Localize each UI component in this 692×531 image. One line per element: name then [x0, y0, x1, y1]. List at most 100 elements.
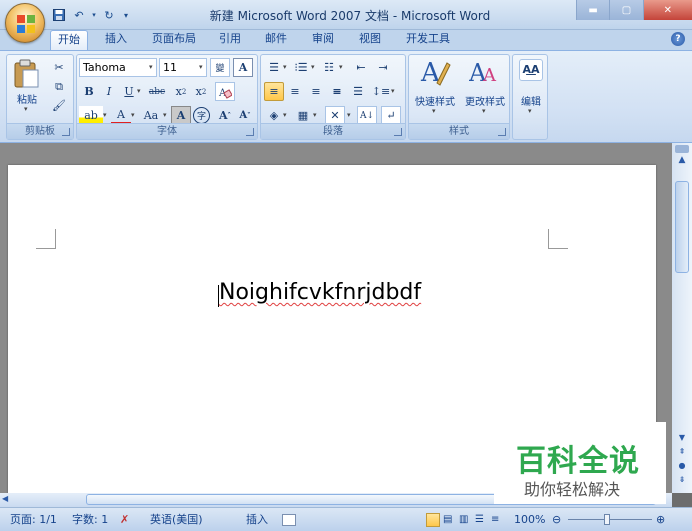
- quick-styles-icon: A: [420, 58, 451, 88]
- styles-launcher-icon[interactable]: [498, 128, 506, 136]
- select-browse-object-icon[interactable]: ●: [675, 461, 689, 470]
- underline-icon[interactable]: U: [119, 82, 139, 101]
- help-icon[interactable]: ?: [671, 32, 685, 46]
- multilevel-dropdown-icon[interactable]: ▾: [339, 63, 343, 71]
- vertical-scrollbar[interactable]: ▲ ▼ ⇞ ● ⇟: [672, 143, 692, 493]
- tab-page-layout[interactable]: 页面布局: [145, 30, 203, 50]
- full-screen-view-icon[interactable]: ▤: [443, 512, 452, 528]
- increase-indent-icon[interactable]: ⇥: [373, 58, 393, 77]
- office-button[interactable]: [5, 3, 45, 43]
- font-color-dropdown-icon[interactable]: ▾: [131, 111, 135, 119]
- vertical-scroll-thumb[interactable]: [675, 181, 689, 273]
- web-layout-view-icon[interactable]: ▥: [459, 512, 468, 528]
- enclose-characters-icon[interactable]: 字: [193, 107, 210, 124]
- customize-qat-icon[interactable]: ▾: [120, 7, 132, 23]
- bullets-icon[interactable]: ☰: [264, 58, 284, 77]
- scroll-left-icon[interactable]: ◀: [2, 494, 8, 503]
- undo-dropdown-icon[interactable]: ▾: [90, 7, 98, 23]
- tab-insert[interactable]: 插入: [98, 30, 134, 50]
- word-count[interactable]: 字数: 1: [72, 512, 108, 528]
- editing-label: 编辑: [521, 97, 541, 108]
- shading-dropdown-icon[interactable]: ▾: [283, 111, 287, 119]
- clear-formatting-icon[interactable]: A: [215, 82, 235, 101]
- quick-access-toolbar: ↶ ▾ ↻ ▾: [50, 6, 132, 24]
- font-group-label: 字体: [77, 123, 257, 139]
- zoom-level[interactable]: 100%: [514, 512, 545, 528]
- italic-icon[interactable]: I: [99, 82, 119, 101]
- paragraph-launcher-icon[interactable]: [394, 128, 402, 136]
- line-spacing-icon[interactable]: ↕≡: [371, 82, 391, 101]
- clipboard-group: 粘贴 ▾ ✂ ⧉ 🖌 剪贴板: [6, 54, 74, 140]
- justify-icon[interactable]: ≡: [327, 82, 347, 101]
- highlight-dropdown-icon[interactable]: ▾: [103, 111, 107, 119]
- paste-dropdown-icon: ▾: [24, 105, 28, 113]
- tab-references[interactable]: 引用: [212, 30, 248, 50]
- redo-icon[interactable]: ↻: [100, 7, 118, 23]
- macro-record-icon[interactable]: [282, 514, 296, 526]
- tab-view[interactable]: 视图: [352, 30, 388, 50]
- document-text[interactable]: Noighifcvkfnrjdbdf: [219, 280, 421, 305]
- outline-view-icon[interactable]: ☰: [475, 512, 484, 528]
- numbering-dropdown-icon[interactable]: ▾: [311, 63, 315, 71]
- proofing-icon[interactable]: ✗: [120, 512, 129, 528]
- ruler-toggle-icon[interactable]: [675, 145, 689, 153]
- align-right-icon[interactable]: ≡: [306, 82, 326, 101]
- bold-icon[interactable]: B: [79, 82, 99, 101]
- scroll-down-icon[interactable]: ▼: [675, 433, 689, 442]
- align-left-icon[interactable]: ≡: [264, 82, 284, 101]
- font-size-dropdown-icon[interactable]: ▾: [199, 63, 203, 71]
- line-spacing-dropdown-icon[interactable]: ▾: [391, 87, 395, 95]
- font-launcher-icon[interactable]: [246, 128, 254, 136]
- find-icon: A͟A: [519, 59, 543, 81]
- copy-icon[interactable]: ⧉: [49, 77, 69, 96]
- language-status[interactable]: 英语(美国): [150, 512, 203, 528]
- tab-mailings[interactable]: 邮件: [258, 30, 294, 50]
- font-name-dropdown-icon[interactable]: ▾: [149, 63, 153, 71]
- minimize-button[interactable]: ▬: [576, 0, 610, 20]
- tab-home[interactable]: 开始: [50, 30, 88, 50]
- maximize-button[interactable]: ▢: [609, 0, 643, 20]
- zoom-in-icon[interactable]: ⊕: [656, 512, 665, 528]
- format-painter-icon[interactable]: 🖌: [49, 96, 69, 115]
- superscript-icon[interactable]: x2: [191, 82, 211, 101]
- paste-button[interactable]: 粘贴 ▾: [12, 59, 42, 113]
- quick-styles-button[interactable]: A 快速样式 ▾: [411, 57, 459, 117]
- cut-icon[interactable]: ✂: [49, 58, 69, 77]
- subscript-icon[interactable]: x2: [171, 82, 191, 101]
- font-name-select[interactable]: Tahoma: [79, 58, 157, 77]
- view-ruler-icon[interactable]: ▲: [675, 155, 689, 167]
- change-case-dropdown-icon[interactable]: ▾: [163, 111, 167, 119]
- strikethrough-icon[interactable]: abc: [145, 82, 169, 101]
- underline-dropdown-icon[interactable]: ▾: [137, 87, 141, 95]
- ribbon: 粘贴 ▾ ✂ ⧉ 🖌 剪贴板 Tahoma ▾ 11 ▾ 變 A B I U ▾…: [0, 50, 692, 143]
- zoom-out-icon[interactable]: ⊖: [552, 512, 561, 528]
- align-center-icon[interactable]: ≡: [285, 82, 305, 101]
- page-count[interactable]: 页面: 1/1: [10, 512, 57, 528]
- chinese-layout-dropdown-icon[interactable]: ▾: [347, 111, 351, 119]
- borders-dropdown-icon[interactable]: ▾: [313, 111, 317, 119]
- zoom-slider-thumb[interactable]: [604, 514, 610, 525]
- undo-icon[interactable]: ↶: [70, 7, 88, 23]
- save-icon[interactable]: [50, 7, 68, 23]
- numbering-icon[interactable]: ⁝☰: [291, 58, 311, 77]
- close-button[interactable]: ✕: [642, 0, 692, 20]
- previous-page-icon[interactable]: ⇞: [675, 447, 689, 456]
- decrease-indent-icon[interactable]: ⇤: [351, 58, 371, 77]
- tab-developer[interactable]: 开发工具: [398, 30, 458, 50]
- phonetic-guide-icon[interactable]: 變: [210, 58, 230, 77]
- clipboard-launcher-icon[interactable]: [62, 128, 70, 136]
- change-styles-button[interactable]: AA 更改样式 ▾: [461, 57, 509, 117]
- next-page-icon[interactable]: ⇟: [675, 475, 689, 484]
- bullets-dropdown-icon[interactable]: ▾: [283, 63, 287, 71]
- draft-view-icon[interactable]: ≡: [491, 512, 499, 528]
- watermark-title: 百科全说: [516, 444, 640, 479]
- multilevel-list-icon[interactable]: ☷: [319, 58, 339, 77]
- tab-review[interactable]: 审阅: [305, 30, 341, 50]
- insert-mode[interactable]: 插入: [246, 512, 268, 528]
- character-border-icon[interactable]: A: [233, 58, 253, 77]
- zoom-slider-track[interactable]: [568, 519, 652, 520]
- editing-button[interactable]: A͟A 编辑 ▾: [516, 57, 546, 117]
- print-layout-view-icon[interactable]: [426, 513, 440, 527]
- window-title: 新建 Microsoft Word 2007 文档 - Microsoft Wo…: [209, 9, 491, 23]
- distributed-icon[interactable]: ☰: [348, 82, 368, 101]
